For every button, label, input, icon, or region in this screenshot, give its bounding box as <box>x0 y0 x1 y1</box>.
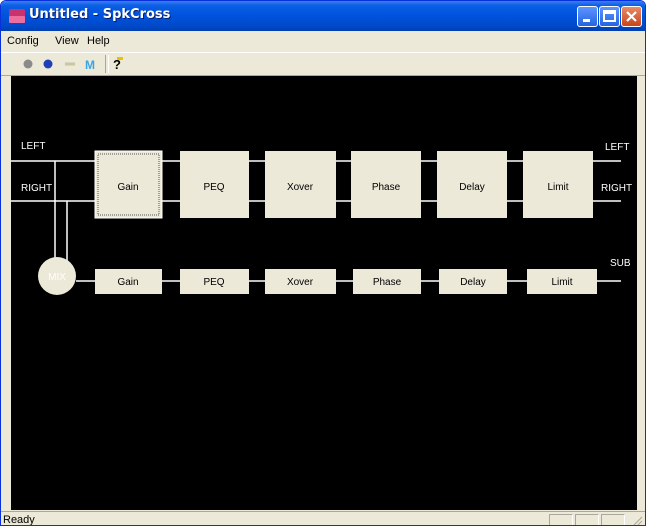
block-gain-main[interactable]: Gain <box>94 150 163 219</box>
block-label: PEQ <box>203 277 224 288</box>
block-label: Phase <box>373 277 402 288</box>
maximize-icon <box>603 10 616 22</box>
block-label: Delay <box>459 182 485 193</box>
left-input-label: LEFT <box>21 141 45 152</box>
block-label: Xover <box>287 182 314 193</box>
status-text: Ready <box>3 514 35 526</box>
close-icon <box>626 11 637 22</box>
block-label: Limit <box>551 277 572 288</box>
right-output-label: RIGHT <box>601 183 632 194</box>
minimize-button[interactable] <box>577 6 598 27</box>
minimize-icon <box>583 19 590 22</box>
signal-flow-canvas: LEFT RIGHT LEFT RIGHT SUB Gain PEQ Xover… <box>11 76 637 510</box>
block-xover-sub[interactable]: Xover <box>265 269 336 294</box>
right-input-label: RIGHT <box>21 183 52 194</box>
m-icon[interactable]: M <box>83 56 99 72</box>
menu-bar: Config View Help <box>1 32 645 52</box>
signal-diagram: LEFT RIGHT LEFT RIGHT SUB Gain PEQ Xover… <box>11 141 632 295</box>
maximize-button[interactable] <box>599 6 620 27</box>
block-limit-main[interactable]: Limit <box>523 151 593 218</box>
block-label: Limit <box>547 182 568 193</box>
title-bar[interactable]: Untitled - SpkCross <box>1 1 645 31</box>
block-peq-sub[interactable]: PEQ <box>180 269 249 294</box>
block-delay-main[interactable]: Delay <box>437 151 507 218</box>
block-gain-sub[interactable]: Gain <box>95 269 162 294</box>
block-limit-sub[interactable]: Limit <box>527 269 597 294</box>
window-title: Untitled - SpkCross <box>29 7 171 22</box>
svg-text:M: M <box>85 58 95 72</box>
block-label: Phase <box>372 182 401 193</box>
block-label: PEQ <box>203 182 224 193</box>
sub-output-label: SUB <box>610 258 631 269</box>
menu-view[interactable]: View <box>55 35 79 47</box>
dash-icon[interactable] <box>63 56 77 72</box>
toolbar: M ? <box>1 52 645 76</box>
help-icon[interactable]: ? <box>111 56 125 72</box>
menu-help[interactable]: Help <box>87 35 110 47</box>
resize-grip-icon[interactable] <box>631 514 643 526</box>
app-icon <box>9 9 25 23</box>
gray-circle-icon[interactable] <box>21 56 35 72</box>
app-window: Untitled - SpkCross Config View Help M ? <box>0 0 646 526</box>
block-label: Gain <box>117 182 138 193</box>
block-label: Delay <box>460 277 486 288</box>
menu-config[interactable]: Config <box>7 35 39 47</box>
status-pane <box>575 514 599 525</box>
mix-label: MIX <box>48 272 66 283</box>
left-output-label: LEFT <box>605 142 629 153</box>
block-xover-main[interactable]: Xover <box>265 151 336 218</box>
mix-node[interactable]: MIX <box>38 257 76 295</box>
close-button[interactable] <box>621 6 642 27</box>
block-peq-main[interactable]: PEQ <box>180 151 249 218</box>
block-delay-sub[interactable]: Delay <box>439 269 507 294</box>
block-label: Xover <box>287 277 314 288</box>
block-phase-sub[interactable]: Phase <box>353 269 421 294</box>
block-phase-main[interactable]: Phase <box>351 151 421 218</box>
block-label: Gain <box>117 277 138 288</box>
toolbar-separator <box>105 55 109 73</box>
status-pane <box>601 514 625 525</box>
status-pane <box>549 514 573 525</box>
blue-circle-icon[interactable] <box>41 56 55 72</box>
status-bar: Ready <box>1 511 645 526</box>
